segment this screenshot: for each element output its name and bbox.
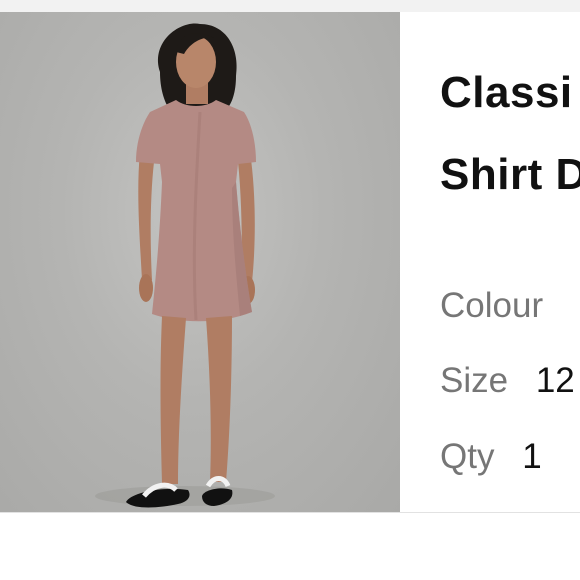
size-row: Size 12 bbox=[440, 361, 575, 401]
product-image[interactable] bbox=[0, 12, 400, 512]
colour-label: Colour bbox=[440, 286, 544, 325]
qty-label: Qty bbox=[440, 437, 495, 476]
top-strip bbox=[0, 0, 580, 12]
size-value: 12 bbox=[535, 361, 575, 400]
size-label: Size bbox=[440, 361, 509, 400]
product-title-line-1[interactable]: Classi bbox=[440, 68, 573, 118]
qty-row: Qty 1 bbox=[440, 437, 542, 477]
qty-value: 1 bbox=[522, 437, 542, 476]
colour-row: Colour bbox=[440, 286, 561, 326]
blank-footer-area bbox=[0, 513, 580, 580]
model-wearing-dress-illustration bbox=[95, 23, 275, 508]
product-title-line-2[interactable]: Shirt D bbox=[440, 150, 580, 200]
cart-item-card: Classi Shirt D Colour Size 12 Qty 1 bbox=[0, 12, 580, 513]
product-details: Classi Shirt D Colour Size 12 Qty 1 bbox=[440, 12, 580, 512]
